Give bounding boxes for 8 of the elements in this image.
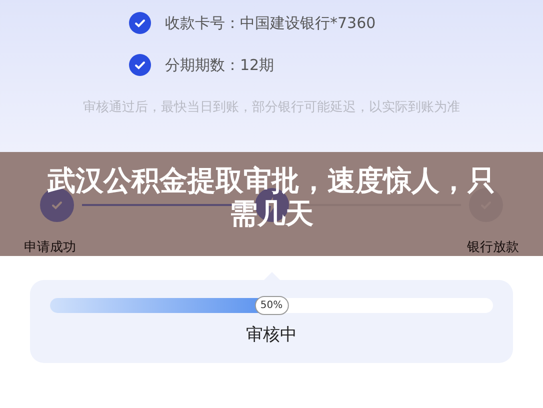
percent-badge: 50% (254, 296, 289, 315)
step-label: 银行放款 (467, 239, 519, 257)
detail-text: 收款卡号：中国建设银行*7360 (165, 12, 376, 34)
status-text: 审核中 (245, 324, 298, 347)
step-label: 申请成功 (24, 239, 76, 257)
headline: 武汉公积金提取审批，速度惊人，只需几天 (46, 164, 496, 230)
notice-text: 审核通过后，最快当日到账，部分银行可能延迟，以实际到账为准 (82, 99, 461, 117)
detail-text: 分期期数：12期 (165, 54, 274, 76)
